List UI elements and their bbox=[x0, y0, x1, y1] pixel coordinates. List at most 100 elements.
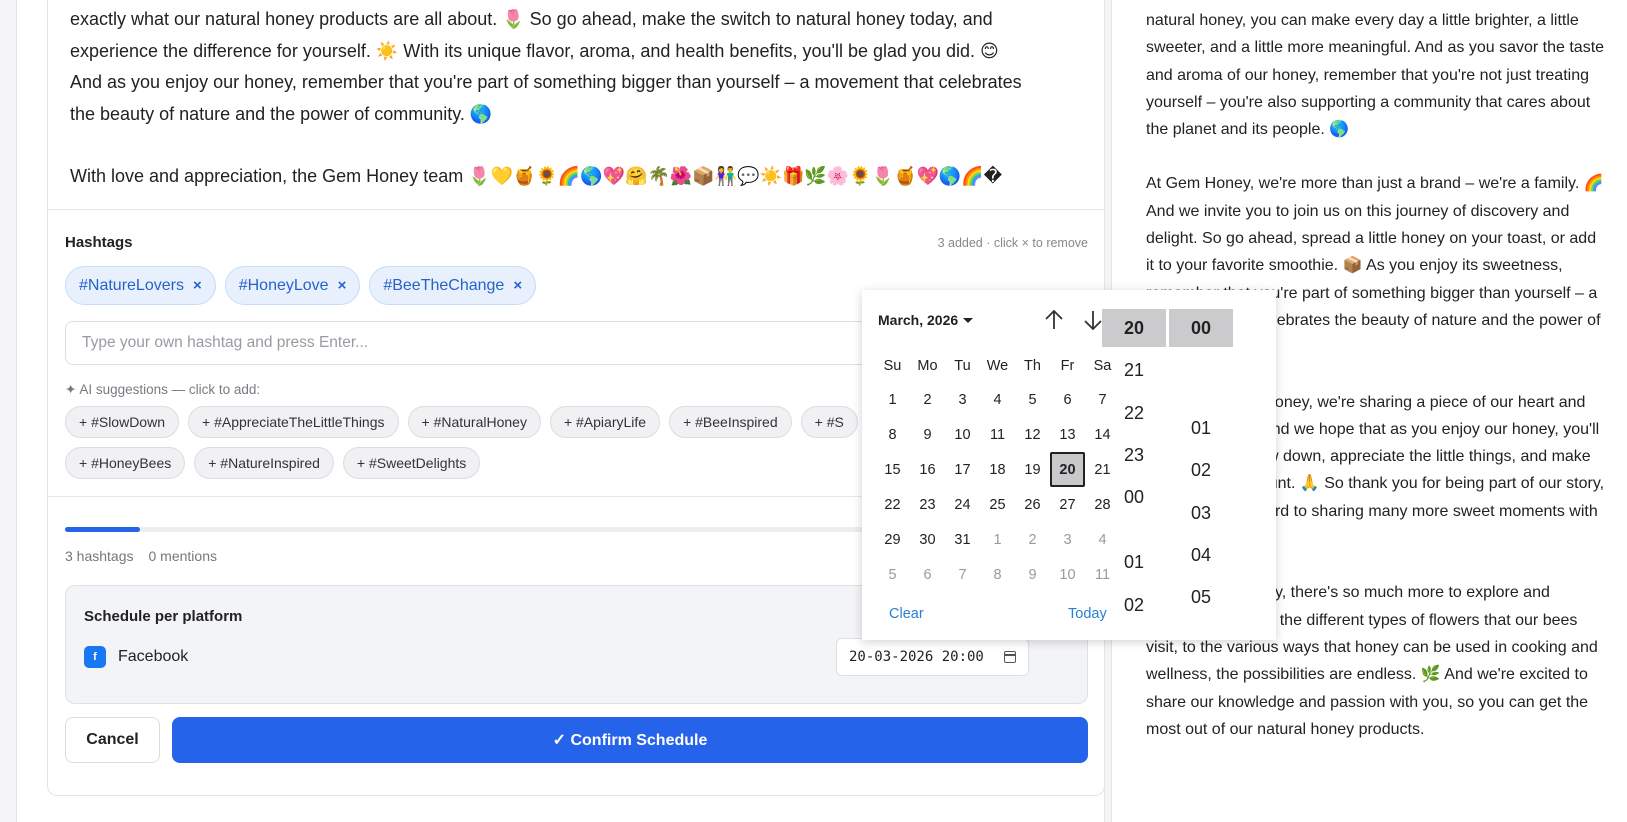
hashtag-chip-label: #HoneyLove bbox=[238, 276, 329, 294]
calendar-day[interactable]: 11 bbox=[980, 417, 1015, 452]
calendar-day[interactable]: 3 bbox=[945, 382, 980, 417]
weekday-header: Mo bbox=[917, 358, 938, 374]
calendar-day[interactable]: 8 bbox=[875, 417, 910, 452]
section-divider bbox=[48, 209, 1104, 210]
calendar-day[interactable]: 25 bbox=[980, 487, 1015, 522]
hashtag-chip-label: #BeeTheChange bbox=[383, 276, 505, 294]
calendar-day[interactable]: 8 bbox=[980, 557, 1015, 592]
calendar-day[interactable]: 27 bbox=[1050, 487, 1085, 522]
hour-option[interactable]: 22 bbox=[1102, 394, 1166, 432]
calendar-day[interactable]: 17 bbox=[945, 452, 980, 487]
mention-count: 0 mentions bbox=[148, 548, 217, 564]
minute-option[interactable]: 04 bbox=[1169, 536, 1233, 574]
post-stats: 3 hashtags 0 mentions bbox=[65, 548, 217, 564]
minute-option-selected[interactable]: 00 bbox=[1169, 309, 1233, 347]
minute-option[interactable]: 03 bbox=[1169, 494, 1233, 532]
hour-option[interactable]: 01 bbox=[1102, 543, 1166, 581]
calendar-day-selected[interactable]: 20 bbox=[1050, 452, 1085, 487]
hour-option[interactable]: 21 bbox=[1102, 351, 1166, 389]
suggestion-chip[interactable]: + #S bbox=[800, 406, 858, 438]
post-signature: With love and appreciation, the Gem Hone… bbox=[70, 166, 1003, 186]
calendar-icon[interactable] bbox=[1004, 651, 1016, 663]
datetime-value: 20-03-2026 20:00 bbox=[849, 649, 984, 665]
hour-column: 20 21 22 23 00 01 02 bbox=[1102, 309, 1166, 640]
suggestion-chip[interactable]: + #NaturalHoney bbox=[407, 406, 541, 438]
progress-fill bbox=[65, 527, 140, 532]
calendar-day[interactable]: 16 bbox=[910, 452, 945, 487]
minute-option[interactable]: 01 bbox=[1169, 409, 1233, 447]
calendar-day[interactable]: 26 bbox=[1015, 487, 1050, 522]
calendar-day[interactable]: 10 bbox=[945, 417, 980, 452]
today-button[interactable]: Today bbox=[1068, 606, 1107, 622]
cancel-button[interactable]: Cancel bbox=[65, 717, 160, 763]
hashtags-label: Hashtags bbox=[65, 234, 133, 251]
body-line: And as you enjoy our honey, remember tha… bbox=[70, 72, 1022, 92]
calendar-day[interactable]: 5 bbox=[1015, 382, 1050, 417]
calendar-day[interactable]: 2 bbox=[910, 382, 945, 417]
calendar-day[interactable]: 2 bbox=[1015, 522, 1050, 557]
calendar-day[interactable]: 13 bbox=[1050, 417, 1085, 452]
calendar-day[interactable]: 10 bbox=[1050, 557, 1085, 592]
calendar-day[interactable]: 1 bbox=[875, 382, 910, 417]
calendar-day[interactable]: 12 bbox=[1015, 417, 1050, 452]
minute-option[interactable]: 02 bbox=[1169, 451, 1233, 489]
datetime-input[interactable]: 20-03-2026 20:00 bbox=[836, 638, 1029, 676]
remove-hashtag-icon[interactable]: × bbox=[338, 277, 347, 294]
confirm-schedule-button[interactable]: ✓ Confirm Schedule bbox=[172, 717, 1088, 763]
weekday-header: Tu bbox=[954, 358, 971, 374]
month-year-selector[interactable]: March, 2026 bbox=[878, 312, 974, 328]
arrow-up-icon[interactable] bbox=[1042, 308, 1066, 332]
month-year-label: March, 2026 bbox=[878, 312, 959, 328]
calendar-day[interactable]: 1 bbox=[980, 522, 1015, 557]
hashtags-hint: 3 added · click × to remove bbox=[937, 236, 1088, 250]
body-line: the beauty of nature and the power of co… bbox=[70, 103, 493, 124]
calendar-day[interactable]: 29 bbox=[875, 522, 910, 557]
calendar-day[interactable]: 15 bbox=[875, 452, 910, 487]
hour-option[interactable]: 23 bbox=[1102, 436, 1166, 474]
weekday-header: Th bbox=[1024, 358, 1041, 374]
calendar-day[interactable]: 6 bbox=[910, 557, 945, 592]
suggestion-chip[interactable]: + #ApiaryLife bbox=[549, 406, 661, 438]
calendar-day[interactable]: 23 bbox=[910, 487, 945, 522]
body-line: experience the difference for yourself. … bbox=[70, 40, 999, 61]
calendar-day[interactable]: 7 bbox=[945, 557, 980, 592]
calendar-day[interactable]: 24 bbox=[945, 487, 980, 522]
minute-option[interactable]: 05 bbox=[1169, 578, 1233, 616]
caret-down-icon bbox=[963, 317, 974, 323]
remove-hashtag-icon[interactable]: × bbox=[193, 277, 202, 294]
calendar-day[interactable]: 3 bbox=[1050, 522, 1085, 557]
hashtag-chip-label: #NatureLovers bbox=[79, 276, 184, 294]
suggestion-chip[interactable]: + #SlowDown bbox=[65, 406, 179, 438]
suggestion-chip[interactable]: + #SweetDelights bbox=[342, 447, 481, 479]
calendar-day[interactable]: 30 bbox=[910, 522, 945, 557]
suggestion-chip[interactable]: + #BeeInspired bbox=[669, 406, 792, 438]
hour-option-selected[interactable]: 20 bbox=[1102, 309, 1166, 347]
weekday-header: Su bbox=[883, 358, 902, 374]
hashtag-chip[interactable]: #NatureLovers × bbox=[65, 266, 216, 305]
calendar-day[interactable]: 22 bbox=[875, 487, 910, 522]
calendar-day[interactable]: 9 bbox=[1015, 557, 1050, 592]
suggestion-chip[interactable]: + #AppreciateTheLittleThings bbox=[188, 406, 399, 438]
hashtag-chip[interactable]: #BeeTheChange × bbox=[369, 266, 537, 305]
suggestion-chip[interactable]: + #NatureInspired bbox=[194, 447, 334, 479]
hour-option[interactable]: 02 bbox=[1102, 586, 1166, 624]
preview-paragraph: natural honey, you can make every day a … bbox=[1146, 12, 1605, 139]
ai-suggestions-label: ✦ AI suggestions — click to add: bbox=[65, 382, 261, 397]
hashtag-chip[interactable]: #HoneyLove × bbox=[224, 266, 361, 305]
calendar-day[interactable]: 9 bbox=[910, 417, 945, 452]
suggestion-row: + #HoneyBees + #NatureInspired + #SweetD… bbox=[65, 447, 481, 479]
suggestion-chip[interactable]: + #HoneyBees bbox=[65, 447, 186, 479]
calendar-day[interactable]: 5 bbox=[875, 557, 910, 592]
calendar-day[interactable]: 4 bbox=[980, 382, 1015, 417]
calendar-day[interactable]: 19 bbox=[1015, 452, 1050, 487]
calendar-day[interactable]: 6 bbox=[1050, 382, 1085, 417]
weekday-header: Fr bbox=[1060, 358, 1075, 374]
suggestion-row: + #SlowDown + #AppreciateTheLittleThings… bbox=[65, 406, 858, 438]
calendar-day[interactable]: 18 bbox=[980, 452, 1015, 487]
calendar-grid: Su Mo Tu We Th Fr Sa 1 2 3 4 5 6 7 8 9 10 11 12 13 14 15 16 17 1… bbox=[875, 350, 1120, 592]
hour-option[interactable]: 00 bbox=[1102, 478, 1166, 516]
minute-column: 00 01 02 03 04 05 bbox=[1169, 309, 1233, 640]
calendar-day[interactable]: 31 bbox=[945, 522, 980, 557]
clear-button[interactable]: Clear bbox=[889, 606, 924, 622]
remove-hashtag-icon[interactable]: × bbox=[513, 277, 522, 294]
